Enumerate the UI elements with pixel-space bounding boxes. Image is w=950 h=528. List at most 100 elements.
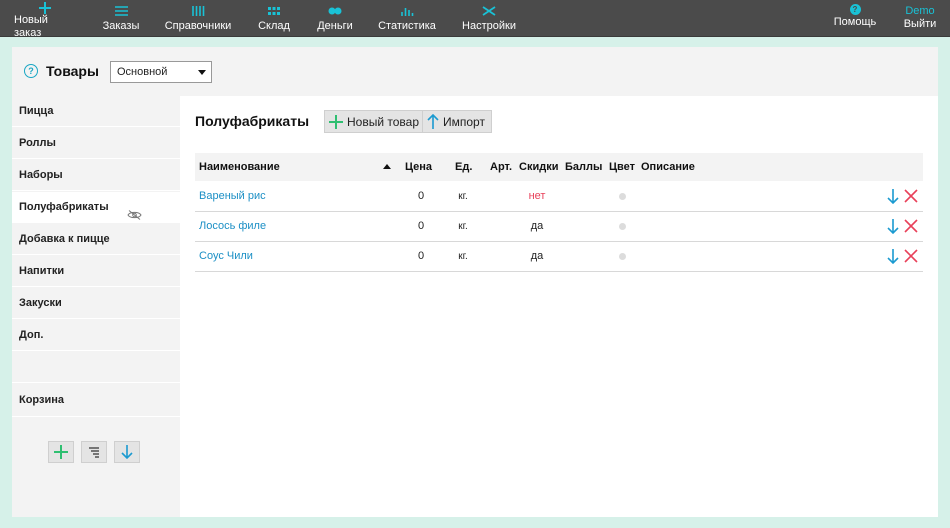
download-button[interactable] bbox=[114, 441, 140, 463]
product-discount: да bbox=[530, 250, 544, 262]
nav-label: Новый заказ bbox=[14, 14, 48, 39]
nav-directories[interactable]: Справочники bbox=[165, 0, 231, 37]
sidebar-item-sets[interactable]: Наборы bbox=[12, 160, 180, 191]
nav-settings[interactable]: Настройки bbox=[461, 0, 517, 37]
tools-icon bbox=[482, 2, 496, 20]
product-name-link[interactable]: Вареный рис bbox=[199, 182, 266, 211]
panel-header: ? Товары Основной bbox=[12, 47, 938, 96]
color-dot bbox=[619, 223, 626, 230]
sidebar-item-rolls[interactable]: Роллы bbox=[12, 128, 180, 159]
sidebar-item-snacks[interactable]: Закуски bbox=[12, 288, 180, 319]
column-name[interactable]: Наименование bbox=[199, 153, 280, 181]
nav-label: Помощь bbox=[833, 16, 877, 28]
delete-icon[interactable] bbox=[904, 249, 918, 266]
product-name-link[interactable]: Соус Чили bbox=[199, 242, 253, 271]
sidebar-item-extra[interactable]: Доп. bbox=[12, 320, 180, 351]
product-unit: кг. bbox=[458, 191, 468, 202]
arrow-down-icon bbox=[121, 445, 133, 459]
user-name: Demo bbox=[905, 5, 935, 17]
import-button[interactable]: Импорт bbox=[422, 110, 492, 133]
sidebar-item-label: Напитки bbox=[19, 265, 65, 277]
table-header: Наименование Цена Ед. Арт. Скидки Баллы … bbox=[195, 153, 923, 181]
sort-asc-icon[interactable] bbox=[383, 164, 391, 169]
nav-new-order[interactable]: Новый заказ bbox=[14, 0, 76, 39]
section-title: Полуфабрикаты bbox=[195, 113, 310, 129]
menu-select[interactable]: Основной bbox=[110, 61, 212, 83]
sidebar-item-label: Закуски bbox=[19, 297, 62, 309]
column-price[interactable]: Цена bbox=[405, 153, 432, 181]
table-row: Вареный рис 0 кг. нет bbox=[195, 182, 923, 212]
product-price: 0 bbox=[417, 220, 425, 232]
nav-statistics[interactable]: Статистика bbox=[378, 0, 436, 37]
arrow-down-icon[interactable] bbox=[887, 249, 899, 267]
chart-icon bbox=[400, 2, 414, 20]
sidebar-item-label: Роллы bbox=[19, 137, 56, 149]
sidebar-item-empty[interactable] bbox=[12, 352, 180, 383]
chevron-down-icon bbox=[198, 70, 206, 75]
product-unit: кг. bbox=[458, 221, 468, 232]
sidebar-item-pizza[interactable]: Пицца bbox=[12, 96, 180, 127]
help-icon: ? bbox=[849, 4, 861, 15]
sidebar-item-label: Доп. bbox=[19, 329, 44, 341]
menu-lines-icon bbox=[114, 2, 128, 20]
sidebar-item-label: Полуфабрикаты bbox=[19, 201, 109, 213]
arrow-down-icon[interactable] bbox=[887, 189, 899, 207]
sidebar-item-semi-finished[interactable]: Полуфабрикаты bbox=[12, 192, 180, 223]
sort-categories-button[interactable] bbox=[81, 441, 107, 463]
plus-icon bbox=[54, 445, 68, 459]
product-discount: да bbox=[530, 220, 544, 232]
nav-help[interactable]: ? Помощь bbox=[833, 0, 877, 37]
column-description[interactable]: Описание bbox=[641, 153, 695, 181]
product-discount: нет bbox=[528, 190, 546, 202]
arrow-down-icon[interactable] bbox=[887, 219, 899, 237]
table-row: Лосось филе 0 кг. да bbox=[195, 212, 923, 242]
column-color[interactable]: Цвет bbox=[609, 153, 635, 181]
delete-icon[interactable] bbox=[904, 189, 918, 206]
color-dot bbox=[619, 253, 626, 260]
import-label: Импорт bbox=[443, 114, 485, 129]
nav-user[interactable]: Demo Выйти bbox=[900, 0, 940, 37]
column-unit[interactable]: Ед. bbox=[455, 153, 472, 181]
nav-money[interactable]: Деньги bbox=[316, 0, 354, 37]
new-product-label: Новый товар bbox=[347, 114, 419, 129]
sidebar-item-label: Наборы bbox=[19, 169, 63, 181]
sidebar-item-pizza-toppings[interactable]: Добавка к пицце bbox=[12, 224, 180, 255]
products-panel: ? Товары Основной Пицца Роллы Наборы Пол… bbox=[12, 47, 938, 517]
product-price: 0 bbox=[417, 250, 425, 262]
product-price: 0 bbox=[417, 190, 425, 202]
nav-label: Склад bbox=[258, 20, 290, 32]
plus-icon bbox=[39, 2, 51, 14]
sidebar-item-label: Пицца bbox=[19, 105, 54, 117]
nav-orders[interactable]: Заказы bbox=[100, 0, 142, 37]
question-icon[interactable]: ? bbox=[24, 64, 38, 78]
column-discount[interactable]: Скидки bbox=[519, 153, 558, 181]
coins-icon bbox=[328, 2, 342, 20]
color-dot bbox=[619, 193, 626, 200]
nav-label: Статистика bbox=[378, 20, 436, 32]
sidebar-item-label: Добавка к пицце bbox=[19, 233, 110, 245]
logout-link[interactable]: Выйти bbox=[904, 18, 937, 31]
column-points[interactable]: Баллы bbox=[565, 153, 602, 181]
menu-select-value: Основной bbox=[117, 66, 168, 78]
nav-warehouse[interactable]: Склад bbox=[256, 0, 292, 37]
page-title: Товары bbox=[46, 63, 99, 79]
category-sidebar: Пицца Роллы Наборы Полуфабрикаты Добавка… bbox=[12, 96, 180, 517]
nav-label: Заказы bbox=[102, 20, 140, 32]
table-row: Соус Чили 0 кг. да bbox=[195, 242, 923, 272]
sidebar-item-trash[interactable]: Корзина bbox=[12, 384, 180, 417]
product-name-link[interactable]: Лосось филе bbox=[199, 212, 266, 241]
grid-icon bbox=[268, 2, 280, 20]
bars-icon bbox=[191, 2, 205, 20]
nav-label: Деньги bbox=[317, 20, 353, 32]
sort-icon bbox=[89, 447, 99, 458]
add-category-button[interactable] bbox=[48, 441, 74, 463]
plus-icon bbox=[329, 114, 343, 129]
delete-icon[interactable] bbox=[904, 219, 918, 236]
sidebar-item-drinks[interactable]: Напитки bbox=[12, 256, 180, 287]
sidebar-item-label: Корзина bbox=[19, 394, 64, 406]
column-article[interactable]: Арт. bbox=[490, 153, 512, 181]
top-navigation-bar: Новый заказ Заказы Справочники Склад Ден… bbox=[0, 0, 950, 39]
arrow-up-icon bbox=[427, 114, 439, 129]
new-product-button[interactable]: Новый товар bbox=[324, 110, 426, 133]
product-unit: кг. bbox=[458, 251, 468, 262]
